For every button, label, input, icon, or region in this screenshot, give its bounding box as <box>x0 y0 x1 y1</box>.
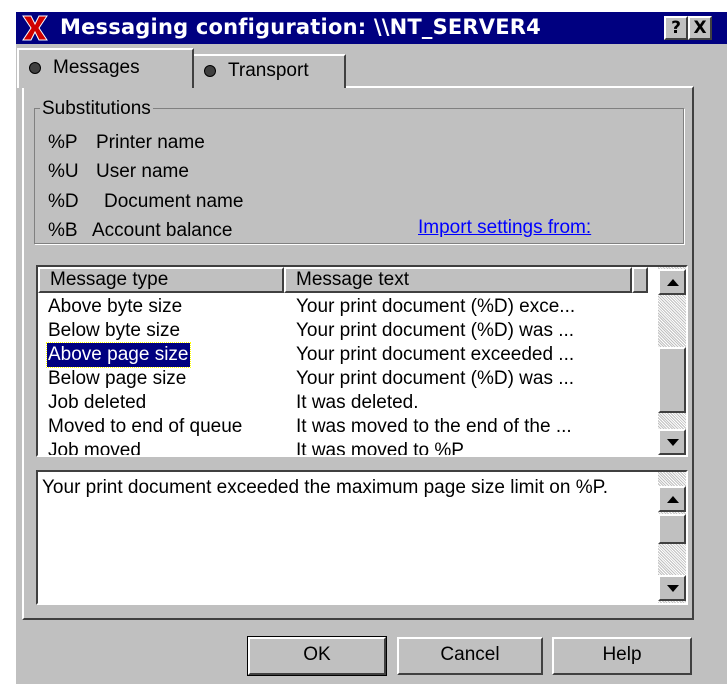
message-text-cell: Your print document (%D) was ... <box>296 320 575 341</box>
message-type-cell: Moved to end of queue <box>48 416 243 437</box>
substitution-label: Document name <box>104 191 244 212</box>
tab-bullet-icon <box>29 61 41 74</box>
tab-messages[interactable]: Messages <box>17 48 194 88</box>
message-text-cell: Your print document (%D) exce... <box>296 296 576 317</box>
help-button[interactable]: Help <box>552 637 692 675</box>
arrow-down-icon <box>667 585 679 592</box>
app-x-icon <box>22 15 48 41</box>
list-item[interactable]: Below byte size Your print document (%D)… <box>38 319 658 343</box>
column-header-message-type[interactable]: Message type <box>38 267 284 293</box>
substitution-row: %P Printer name <box>48 132 205 154</box>
scroll-thumb[interactable] <box>658 347 686 413</box>
message-type-cell: Job deleted <box>48 392 147 413</box>
scroll-up-button[interactable] <box>658 269 686 295</box>
scroll-up-button[interactable] <box>658 486 686 512</box>
tab-label: Transport <box>228 60 309 81</box>
close-button[interactable]: X <box>688 16 712 40</box>
substitution-code: %P <box>48 132 78 153</box>
substitution-label: Printer name <box>96 132 205 153</box>
message-type-cell: Below page size <box>48 368 187 389</box>
list-item[interactable]: Job deleted It was deleted. <box>38 391 658 415</box>
message-list-scrollbar[interactable] <box>658 267 686 455</box>
list-item-selected[interactable]: Above page size Your print document exce… <box>38 342 658 368</box>
context-help-button[interactable]: ? <box>664 16 688 40</box>
tab-label: Messages <box>53 57 140 78</box>
tab-bullet-icon <box>204 64 216 77</box>
list-item[interactable]: Above byte size Your print document (%D)… <box>38 295 658 319</box>
message-type-cell: Above byte size <box>48 296 183 317</box>
substitution-row: %D Document name <box>48 191 243 213</box>
list-item[interactable]: Moved to end of queue It was moved to th… <box>38 415 658 439</box>
scroll-down-button[interactable] <box>658 429 686 455</box>
list-item[interactable]: Below page size Your print document (%D)… <box>38 367 658 391</box>
message-text-cell: It was moved to the end of the ... <box>296 416 572 437</box>
cancel-button[interactable]: Cancel <box>397 637 543 675</box>
arrow-up-icon <box>667 279 679 286</box>
ok-button[interactable]: OK <box>247 636 387 676</box>
message-text-editor[interactable]: Your print document exceeded the maximum… <box>36 470 688 605</box>
substitution-label: User name <box>96 161 189 182</box>
scroll-thumb[interactable] <box>658 514 686 544</box>
message-text-cell: Your print document exceeded ... <box>296 344 575 365</box>
message-text-cell: It was moved to %P <box>296 440 464 457</box>
column-header-message-text[interactable]: Message text <box>284 267 632 293</box>
message-type-cell: Above page size <box>46 342 191 368</box>
message-text-cell: Your print document (%D) was ... <box>296 368 575 389</box>
arrow-down-icon <box>667 439 679 446</box>
list-item[interactable]: Job moved It was moved to %P <box>38 439 658 457</box>
message-text-value[interactable]: Your print document exceeded the maximum… <box>42 476 644 500</box>
editor-scrollbar[interactable] <box>658 472 686 603</box>
substitution-code: %D <box>48 191 79 212</box>
scroll-down-button[interactable] <box>658 575 686 601</box>
message-text-cell: It was deleted. <box>296 392 419 413</box>
tab-transport[interactable]: Transport <box>194 54 346 88</box>
message-type-cell: Job moved <box>48 440 141 457</box>
title-bar[interactable]: Messaging configuration: \\NT_SERVER4 ? … <box>16 12 727 44</box>
substitution-label: Account balance <box>92 220 233 241</box>
import-settings-link[interactable]: Import settings from: <box>418 217 591 239</box>
message-type-cell: Below byte size <box>48 320 181 341</box>
substitution-code: %B <box>48 220 78 241</box>
substitution-row: %B Account balance <box>48 220 233 242</box>
arrow-up-icon <box>667 496 679 503</box>
substitution-code: %U <box>48 161 79 182</box>
substitutions-legend: Substitutions <box>40 98 153 120</box>
window-title: Messaging configuration: \\NT_SERVER4 <box>60 15 541 39</box>
column-header-spacer <box>632 267 648 293</box>
message-list[interactable]: Message type Message text Above byte siz… <box>36 265 688 457</box>
substitution-row: %U User name <box>48 161 189 183</box>
